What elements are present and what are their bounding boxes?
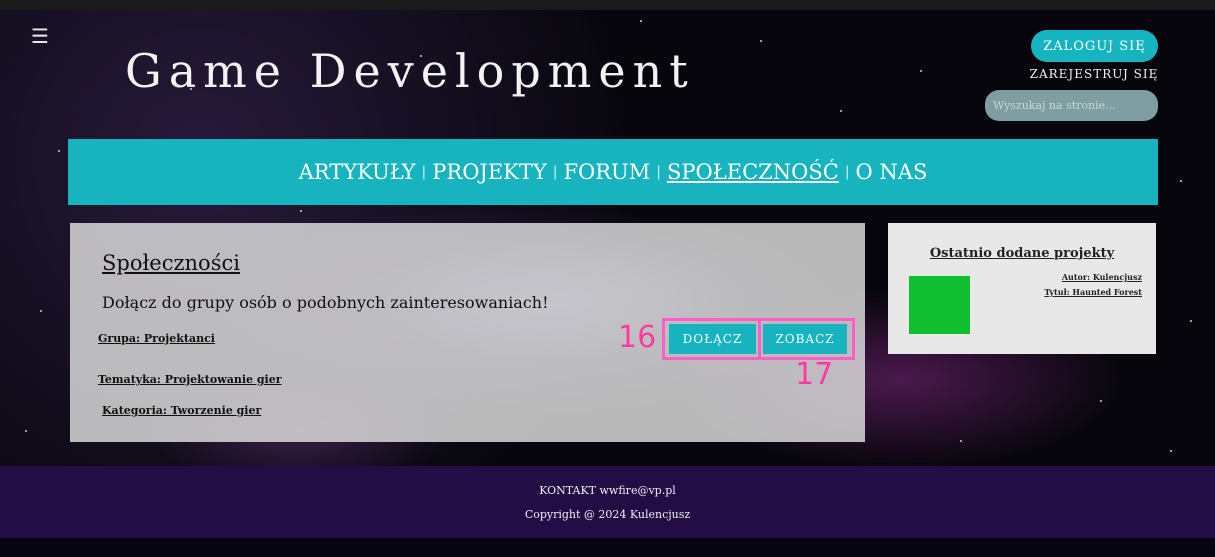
- nav-item-o-nas[interactable]: O NAS: [856, 160, 928, 184]
- view-button[interactable]: ZOBACZ: [763, 324, 847, 354]
- join-button[interactable]: DOŁĄCZ: [669, 324, 756, 354]
- footer-contact: KONTAKT wwfire@vp.pl: [539, 484, 676, 497]
- nav-item-artykuly[interactable]: ARTYKUŁY: [299, 160, 416, 184]
- nav-item-spolecznosc[interactable]: SPOŁECZNOŚĆ: [667, 160, 839, 184]
- nav-item-projekty[interactable]: PROJEKTY: [432, 160, 546, 184]
- top-frame: [0, 0, 1215, 10]
- nav-separator: |: [656, 164, 661, 180]
- search-input[interactable]: [985, 90, 1158, 121]
- hamburger-menu-icon[interactable]: ☰: [31, 26, 49, 46]
- login-button[interactable]: ZALOGUJ SIĘ: [1031, 30, 1158, 62]
- recent-projects-panel: Ostatnio dodane projekty Autor: Kulencju…: [888, 223, 1156, 354]
- recent-projects-title: Ostatnio dodane projekty: [929, 246, 1115, 261]
- footer-copyright: Copyright @ 2024 Kulencjusz: [524, 508, 691, 521]
- annotation-divider: [758, 318, 761, 360]
- site-title: Game Development: [125, 44, 695, 98]
- footer: KONTAKT wwfire@vp.pl Copyright @ 2024 Ku…: [0, 466, 1215, 538]
- nav-separator: |: [552, 164, 558, 180]
- nav-item-forum[interactable]: FORUM: [563, 160, 650, 184]
- main-nav: ARTYKUŁY | PROJEKTY | FORUM | SPOŁECZNOŚ…: [68, 139, 1158, 205]
- annotation-number-17: 17: [795, 357, 834, 392]
- project-author-link[interactable]: Autor: Kulencjusz: [1062, 272, 1142, 282]
- section-description: Dołącz do grupy osób o podobnych zainter…: [102, 293, 549, 312]
- nav-separator: |: [421, 164, 427, 180]
- nav-separator: |: [844, 164, 850, 180]
- register-link[interactable]: ZAREJESTRUJ SIĘ: [1024, 67, 1164, 81]
- topic-link[interactable]: Tematyka: Projektowanie gier: [98, 373, 282, 386]
- project-thumbnail[interactable]: [909, 276, 970, 334]
- bottom-strip: [0, 538, 1215, 557]
- annotation-number-16: 16: [618, 320, 657, 355]
- communities-panel: Społeczności Dołącz do grupy osób o podo…: [70, 223, 865, 442]
- project-title-link[interactable]: Tytuł: Haunted Forest: [1044, 287, 1142, 297]
- category-link[interactable]: Kategoria: Tworzenie gier: [102, 404, 261, 417]
- section-title: Społeczności: [102, 251, 240, 275]
- group-link[interactable]: Grupa: Projektanci: [98, 332, 215, 345]
